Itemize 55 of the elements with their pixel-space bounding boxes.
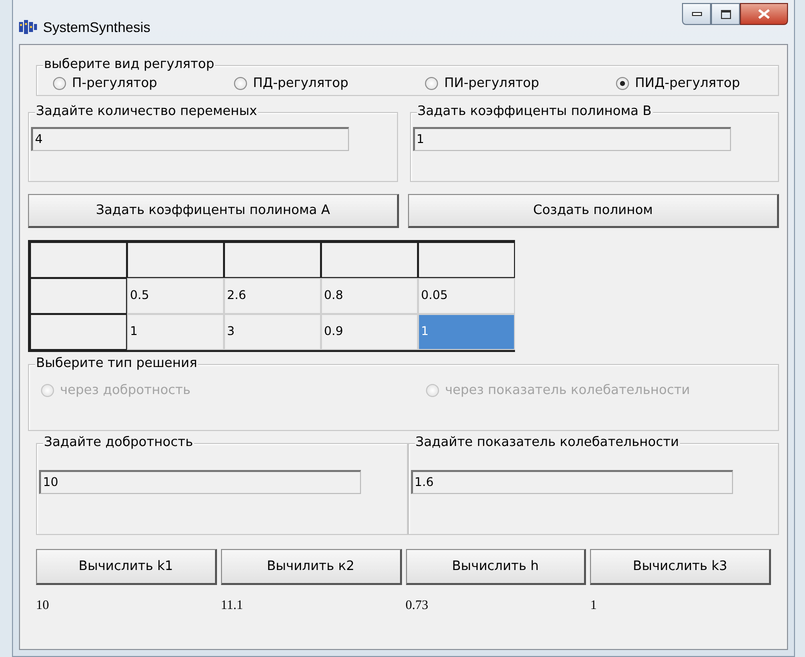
group-label: Задайте показатель колебательности — [414, 435, 680, 450]
button[interactable]: Вычислить k3 — [590, 549, 771, 585]
input-field[interactable]: 10 — [39, 470, 361, 494]
input-field[interactable]: 1.6 — [410, 470, 732, 494]
input-field[interactable]: 4 — [31, 127, 349, 151]
radio-button[interactable]: ПИ-регулятор — [425, 76, 540, 91]
radio-label: ПИД-регулятор — [634, 76, 740, 91]
close-icon — [758, 9, 770, 19]
radio-button[interactable]: П-регулятор — [53, 76, 158, 91]
close-button[interactable] — [740, 3, 788, 25]
radio-circle[interactable] — [425, 77, 438, 90]
group-label: Задать коэффиценты полинома B — [416, 104, 653, 119]
table-cell[interactable]: 0.05 — [418, 278, 515, 314]
group-label: выберите вид регулятор — [43, 57, 216, 72]
minimize-icon — [692, 12, 702, 16]
table-cell[interactable]: 1 — [127, 314, 224, 350]
app-icon — [19, 20, 37, 34]
radio-circle[interactable] — [53, 77, 66, 90]
table-cell[interactable]: 0.5 — [127, 278, 224, 314]
radio-circle[interactable] — [234, 77, 248, 90]
table-cell[interactable]: 3 — [224, 314, 321, 350]
result-value: 11.1 — [220, 597, 244, 613]
radio-circle[interactable] — [616, 77, 629, 90]
group-label: Выберите тип решения — [35, 356, 198, 371]
button[interactable]: Создать полином — [408, 194, 779, 228]
maximize-button[interactable] — [711, 3, 740, 25]
button[interactable]: Задать коэффиценты полинома A — [28, 194, 399, 228]
radio-label: ПД-регулятор — [253, 76, 348, 91]
group-label: Задайте добротность — [43, 435, 194, 450]
table-cell[interactable]: 0.9 — [321, 314, 418, 350]
column-header[interactable] — [321, 242, 418, 278]
input-field[interactable]: 1 — [412, 127, 730, 151]
window-title: SystemSynthesis — [43, 19, 150, 35]
result-value: 0.73 — [406, 597, 430, 613]
button[interactable]: Вычислить h — [406, 549, 586, 585]
column-header[interactable] — [127, 242, 224, 278]
result-value: 1 — [590, 597, 598, 613]
group-label: Задайте количество переменых — [35, 104, 258, 119]
radio-label: П-регулятор — [72, 76, 158, 91]
radio-label: ПИ-регулятор — [444, 76, 540, 91]
column-header[interactable] — [224, 242, 321, 278]
radio-button[interactable]: ПД-регулятор — [234, 76, 348, 91]
column-header[interactable] — [30, 242, 127, 278]
table-cell[interactable]: 1 — [418, 314, 515, 350]
table-cell[interactable]: 0.8 — [321, 278, 418, 314]
radio-button[interactable]: ПИД-регулятор — [616, 76, 740, 91]
row-header[interactable] — [30, 314, 127, 350]
table-cell[interactable]: 2.6 — [224, 278, 321, 314]
maximize-icon — [720, 10, 730, 18]
button[interactable]: Вычилить к2 — [220, 549, 402, 585]
row-header[interactable] — [30, 278, 127, 314]
column-header[interactable] — [418, 242, 515, 278]
minimize-button[interactable] — [682, 3, 711, 25]
result-value: 10 — [36, 597, 50, 613]
button[interactable]: Вычислить k1 — [36, 549, 217, 585]
